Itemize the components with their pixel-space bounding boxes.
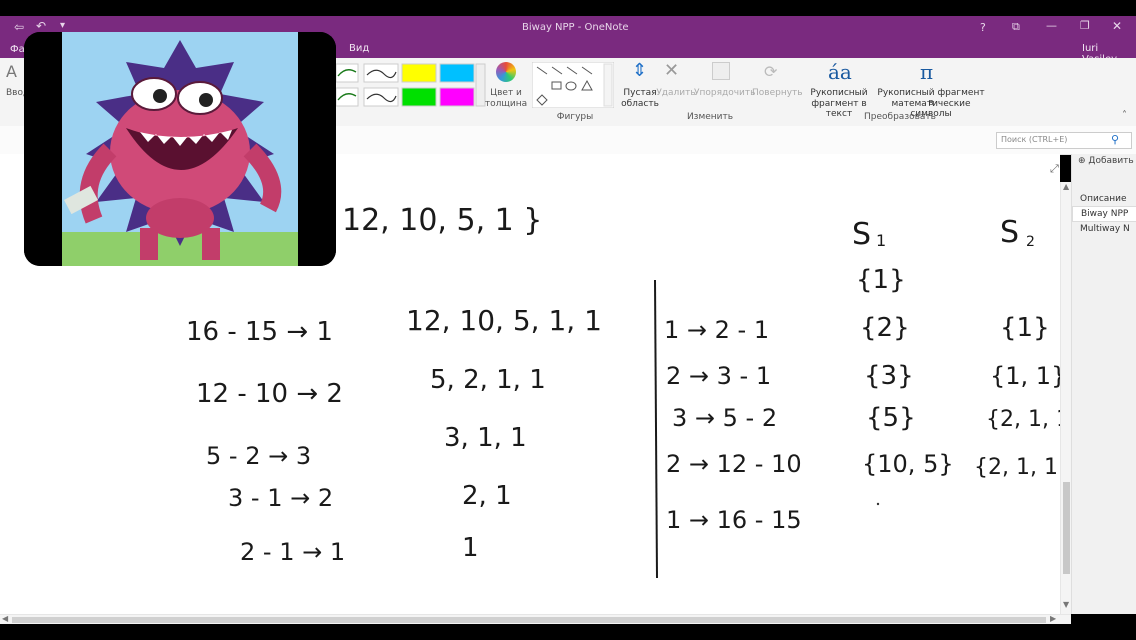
help-button[interactable]: ? (980, 21, 986, 34)
s1-value-2: {2} (860, 313, 910, 343)
middle-line-2: 5, 2, 1, 1 (430, 365, 546, 395)
pen-green-2[interactable] (336, 87, 359, 107)
shapes-gallery[interactable] (532, 62, 614, 108)
delete-label[interactable]: Удалить (656, 88, 696, 98)
add-page-label: Добавить (1088, 156, 1134, 166)
s1-subscript: 1 (876, 231, 886, 250)
arrange-icon[interactable] (712, 62, 730, 80)
transition-1: 1 → 2 - 1 (664, 316, 769, 344)
tab-file[interactable]: Фа (10, 44, 25, 55)
middle-line-5: 1 (462, 533, 479, 563)
minimize-button[interactable]: — (1046, 19, 1057, 32)
middle-line-1: 12, 10, 5, 1, 1 (406, 304, 602, 337)
collapse-ribbon-icon[interactable]: ˄ (1122, 110, 1127, 121)
rotate-icon[interactable]: ⟳ (764, 62, 777, 81)
color-wheel-icon[interactable] (496, 62, 516, 82)
transition-2: 2 → 3 - 1 (666, 362, 771, 390)
close-button[interactable]: ✕ (1112, 19, 1122, 33)
s2-value-2: {1, 1} (990, 362, 1060, 390)
empty-area-label-2[interactable]: область (620, 99, 660, 109)
middle-line-4: 2, 1 (462, 481, 512, 511)
window-title: Biway NPP - OneNote (522, 22, 629, 33)
ink-dot (876, 502, 880, 506)
s1-value-3: {3} (864, 361, 914, 391)
left-line-1: 16 - 15 → 1 (186, 317, 333, 347)
pen-yellow[interactable] (401, 63, 437, 83)
s1-value-4: {5} (866, 403, 916, 433)
divider-line (654, 279, 658, 579)
shapes-group-label: Фигуры (556, 112, 594, 122)
ink-to-text-label-1[interactable]: Рукописный (800, 88, 878, 98)
ink-to-math-icon[interactable]: π (920, 60, 933, 84)
left-line-4: 3 - 1 → 2 (228, 484, 333, 512)
edit-group-label: Изменить (686, 112, 734, 122)
horizontal-scroll-thumb[interactable] (12, 617, 1046, 623)
pen-green[interactable] (336, 63, 359, 83)
color-thickness-label-2[interactable]: толщина (484, 99, 528, 109)
top-sequence: 12, 10, 5, 1 } (342, 203, 542, 238)
screen-border-bottom (0, 624, 1136, 640)
add-page-button[interactable]: ⊕ Добавить (1078, 156, 1134, 166)
tab-view[interactable]: Вид (349, 43, 369, 54)
add-page-icon: ⊕ (1078, 156, 1086, 166)
left-line-3: 5 - 2 → 3 (206, 442, 311, 470)
arrange-label[interactable]: Упорядочить (694, 88, 755, 98)
left-line-5: 2 - 1 → 1 (240, 538, 345, 566)
left-line-2: 12 - 10 → 2 (196, 379, 343, 409)
scroll-right-icon[interactable]: ▶ (1050, 614, 1056, 623)
pen-magenta[interactable] (439, 87, 475, 107)
video-overlay[interactable] (24, 32, 336, 266)
cartoon-character-image (24, 32, 336, 266)
transition-4: 2 → 12 - 10 (666, 450, 802, 478)
middle-line-3: 3, 1, 1 (444, 423, 527, 453)
s2-value-4: {2, 1, 1} (974, 455, 1060, 480)
pen-gallery (336, 63, 486, 107)
delete-icon[interactable]: ✕ (664, 60, 679, 81)
input-icon[interactable]: A (6, 62, 17, 81)
color-thickness-label-1[interactable]: Цвет и (484, 88, 528, 98)
search-box[interactable]: Поиск (CTRL+E) ⚲ (996, 132, 1132, 149)
s2-header: S (1000, 215, 1019, 250)
convert-group-label: Преобразовать (864, 112, 936, 122)
vertical-scroll-thumb[interactable] (1063, 482, 1070, 574)
search-icon[interactable]: ⚲ (1111, 133, 1119, 146)
transition-3: 3 → 5 - 2 (672, 404, 777, 432)
empty-area-icon[interactable]: ⇕ (632, 60, 647, 81)
transition-5: 1 → 16 - 15 (666, 506, 802, 534)
search-input[interactable]: Поиск (CTRL+E) (1001, 135, 1067, 144)
back-icon[interactable]: ⇦ (14, 20, 24, 34)
empty-area-label-1[interactable]: Пустая (620, 88, 660, 98)
scroll-up-icon[interactable]: ▲ (1063, 182, 1069, 191)
pen-green-highlight[interactable] (401, 87, 437, 107)
page-item-multiway[interactable]: Multiway N (1072, 222, 1136, 236)
quick-access-icon[interactable]: ▾ (60, 20, 65, 31)
page-item-biway-npp[interactable]: Biway NPP (1072, 206, 1136, 222)
undo-icon[interactable]: ↶ (36, 19, 46, 33)
s1-value-1: {1} (856, 265, 906, 295)
s2-value-3: {2, 1, 1} (986, 407, 1060, 432)
fullscreen-icon[interactable]: ⧉ (1012, 20, 1020, 34)
scroll-left-icon[interactable]: ◀ (2, 614, 8, 623)
pages-panel: ⊕ Добавить Описание Biway NPP Multiway N (1071, 154, 1136, 614)
scroll-down-icon[interactable]: ▼ (1063, 600, 1069, 609)
rotate-label[interactable]: Повернуть (752, 88, 803, 98)
ink-to-text-icon[interactable]: áa (828, 60, 852, 84)
s1-value-5: {10, 5} (862, 450, 954, 478)
maximize-button[interactable]: ❐ (1080, 19, 1090, 32)
s2-value-1: {1} (1000, 313, 1050, 343)
s1-header: S (852, 217, 871, 252)
pen-cyan[interactable] (439, 63, 475, 83)
page-item-description[interactable]: Описание (1072, 192, 1136, 206)
s2-subscript: 2 (1026, 234, 1035, 250)
